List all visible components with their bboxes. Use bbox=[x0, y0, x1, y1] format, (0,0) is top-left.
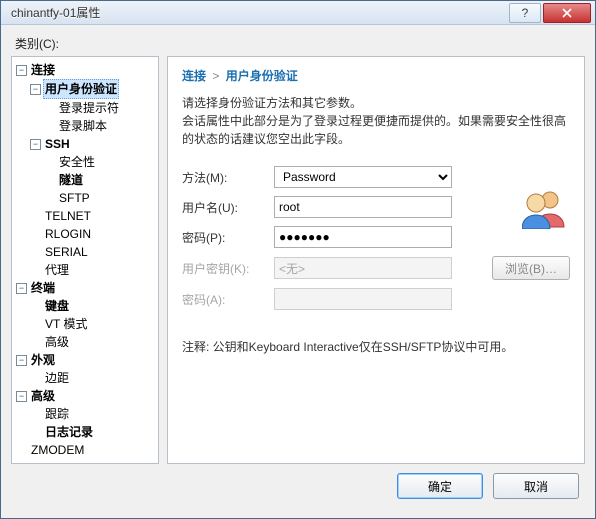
close-icon bbox=[562, 8, 572, 18]
tree-terminal[interactable]: −终端 bbox=[16, 279, 156, 297]
tree-proxy[interactable]: 代理 bbox=[30, 261, 156, 279]
tree-login-prompt[interactable]: 登录提示符 bbox=[44, 99, 156, 117]
username-label: 用户名(U): bbox=[182, 199, 274, 216]
tree-sftp[interactable]: SFTP bbox=[44, 189, 156, 207]
method-label: 方法(M): bbox=[182, 169, 274, 186]
tree-telnet[interactable]: TELNET bbox=[30, 207, 156, 225]
content-pane: 连接 > 用户身份验证 请选择身份验证方法和其它参数。 会话属性中此部分是为了登… bbox=[167, 56, 585, 464]
users-icon bbox=[522, 189, 568, 229]
password-a-label: 密码(A): bbox=[182, 291, 274, 308]
cancel-button[interactable]: 取消 bbox=[493, 473, 579, 499]
tree-tunnel[interactable]: 隧道 bbox=[44, 171, 156, 189]
breadcrumb-leaf: 用户身份验证 bbox=[226, 69, 298, 83]
window-title: chinantfy-01属性 bbox=[11, 4, 507, 21]
tree-security[interactable]: 安全性 bbox=[44, 153, 156, 171]
userkey-label: 用户密钥(K): bbox=[182, 260, 274, 277]
tree-rlogin[interactable]: RLOGIN bbox=[30, 225, 156, 243]
breadcrumb-sep: > bbox=[212, 69, 219, 83]
tree-auth[interactable]: −用户身份验证 bbox=[30, 79, 156, 99]
password-label: 密码(P): bbox=[182, 229, 274, 246]
tree-zmodem[interactable]: ZMODEM bbox=[16, 441, 156, 459]
password-a-input bbox=[274, 288, 452, 310]
description: 请选择身份验证方法和其它参数。 会话属性中此部分是为了登录过程更便捷而提供的。如… bbox=[182, 94, 570, 148]
category-tree[interactable]: −连接 −用户身份验证 登录提示符 登录脚本 −SSH bbox=[11, 56, 159, 464]
tree-connection[interactable]: −连接 bbox=[16, 61, 156, 79]
browse-button: 浏览(B)… bbox=[492, 256, 570, 280]
note-text: 注释: 公钥和Keyboard Interactive仅在SSH/SFTP协议中… bbox=[182, 338, 570, 355]
tree-login-script[interactable]: 登录脚本 bbox=[44, 117, 156, 135]
close-button[interactable] bbox=[543, 3, 591, 23]
breadcrumb: 连接 > 用户身份验证 bbox=[182, 67, 570, 84]
dialog-footer: 确定 取消 bbox=[11, 464, 585, 508]
userkey-input bbox=[274, 257, 452, 279]
auth-form: 方法(M): Password 用户名(U): 密码(P): 用户密钥(K): … bbox=[182, 166, 570, 310]
ok-button[interactable]: 确定 bbox=[397, 473, 483, 499]
tree-keyboard[interactable]: 键盘 bbox=[30, 297, 156, 315]
properties-dialog: chinantfy-01属性 ? 类别(C): −连接 −用户身份验证 登录提示… bbox=[0, 0, 596, 519]
category-label: 类别(C): bbox=[15, 35, 585, 52]
tree-advanced-terminal[interactable]: 高级 bbox=[30, 333, 156, 351]
password-input[interactable] bbox=[274, 226, 452, 248]
method-select[interactable]: Password bbox=[274, 166, 452, 188]
tree-appearance[interactable]: −外观 bbox=[16, 351, 156, 369]
help-button[interactable]: ? bbox=[509, 3, 541, 23]
tree-logging[interactable]: 日志记录 bbox=[30, 423, 156, 441]
breadcrumb-root: 连接 bbox=[182, 69, 206, 83]
tree-ssh[interactable]: −SSH bbox=[30, 135, 156, 153]
username-input[interactable] bbox=[274, 196, 452, 218]
tree-trace[interactable]: 跟踪 bbox=[30, 405, 156, 423]
tree-margin[interactable]: 边距 bbox=[30, 369, 156, 387]
titlebar[interactable]: chinantfy-01属性 ? bbox=[1, 1, 595, 25]
tree-serial[interactable]: SERIAL bbox=[30, 243, 156, 261]
tree-advanced[interactable]: −高级 bbox=[16, 387, 156, 405]
tree-vtmode[interactable]: VT 模式 bbox=[30, 315, 156, 333]
